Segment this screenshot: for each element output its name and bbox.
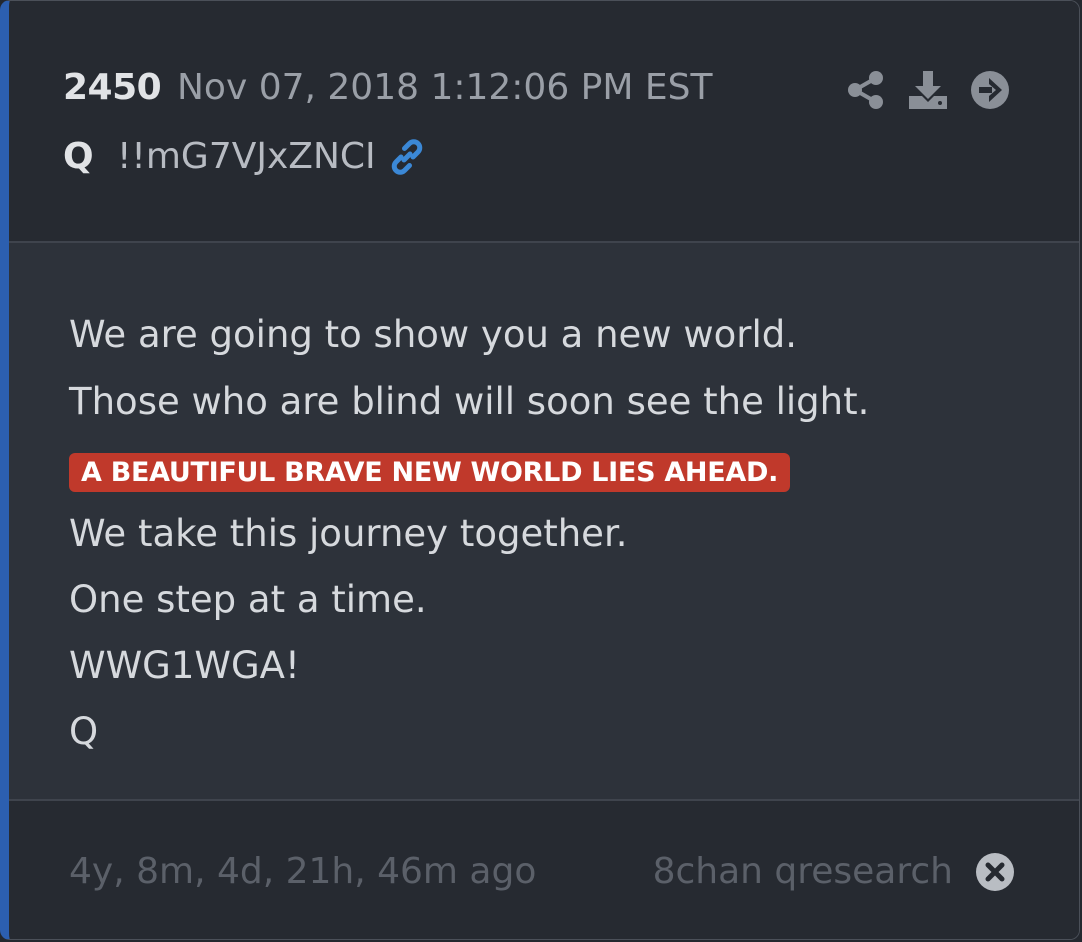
message-signature: Q: [69, 710, 99, 753]
post-body: We are going to show you a new world. Th…: [9, 243, 1079, 801]
post-footer: 4y, 8m, 4d, 21h, 46m ago 8chan qresearch: [9, 801, 1079, 939]
highlight-banner: A BEAUTIFUL BRAVE NEW WORLD LIES AHEAD.: [69, 453, 791, 492]
message-line: One step at a time.: [69, 578, 427, 621]
download-icon[interactable]: [907, 69, 949, 111]
message-line: We are going to show you a new world.: [69, 313, 797, 356]
header-actions: [845, 68, 1011, 112]
time-ago: 4y, 8m, 4d, 21h, 46m ago: [69, 851, 537, 892]
post-number[interactable]: 2450: [63, 67, 162, 108]
post-card: 2450 Nov 07, 2018 1:12:06 PM EST Q !!mG7…: [0, 0, 1080, 940]
post-header: 2450 Nov 07, 2018 1:12:06 PM EST Q !!mG7…: [9, 1, 1079, 243]
link-icon[interactable]: [385, 135, 429, 179]
close-icon[interactable]: [975, 852, 1015, 892]
share-icon[interactable]: [845, 69, 887, 111]
post-tripcode: !!mG7VJxZNCI: [117, 136, 376, 177]
message-line: Those who are blind will soon see the li…: [69, 380, 870, 423]
source-label: 8chan qresearch: [652, 851, 953, 892]
post-timestamp: Nov 07, 2018 1:12:06 PM EST: [177, 67, 713, 108]
message-line: WWG1WGA!: [69, 644, 300, 687]
post-author: Q: [63, 136, 94, 177]
message-line: We take this journey together.: [69, 512, 628, 555]
arrow-right-circle-icon[interactable]: [969, 69, 1011, 111]
